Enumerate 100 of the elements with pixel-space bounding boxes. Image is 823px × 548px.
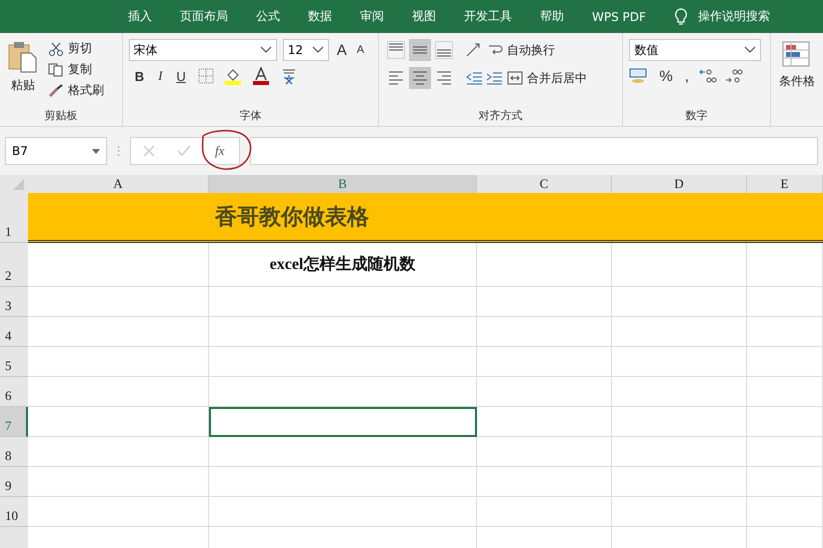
ribbon-tab[interactable]: 数据 [308, 8, 332, 25]
grid-cell[interactable] [747, 287, 823, 317]
grid-cell[interactable] [747, 317, 823, 347]
ribbon-tab[interactable]: 审阅 [360, 8, 384, 25]
format-painter-button[interactable]: 格式刷 [46, 81, 106, 100]
row-header[interactable]: 4 [0, 317, 28, 347]
ribbon-tab[interactable]: 视图 [412, 8, 436, 25]
grid-cell[interactable] [612, 243, 747, 287]
vertical-align-button[interactable] [385, 39, 408, 61]
grid-cell[interactable] [209, 287, 477, 317]
scissors-icon [48, 42, 64, 56]
grid-cell[interactable] [209, 377, 477, 407]
row-header[interactable]: 1 [0, 193, 28, 243]
grid-cell[interactable] [28, 467, 209, 497]
row-header[interactable]: 10 [0, 497, 28, 527]
dropdown-arrow-icon [92, 148, 100, 154]
banner-cell[interactable] [28, 193, 209, 243]
vertical-align-button[interactable] [433, 39, 456, 61]
font-name-dropdown[interactable]: 宋体 [128, 39, 277, 61]
grid-cell[interactable] [28, 317, 209, 347]
grid-cell[interactable] [747, 437, 823, 467]
grid-cell[interactable] [28, 287, 209, 317]
grid-cell[interactable] [612, 347, 747, 377]
row-header[interactable]: 5 [0, 347, 28, 377]
banner-cell[interactable] [747, 193, 823, 243]
grid-cell[interactable] [612, 317, 747, 347]
increase-font-button[interactable]: A [334, 42, 349, 58]
row-header[interactable]: 9 [0, 467, 28, 497]
ribbon-tab[interactable]: 开发工具 [464, 8, 512, 25]
row-header[interactable]: 3 [0, 287, 28, 317]
ribbon-tab[interactable]: 帮助 [540, 8, 564, 25]
grid-cell[interactable] [209, 437, 477, 467]
decrease-indent-icon [465, 70, 484, 86]
conditional-format-button[interactable]: 条件格 [777, 39, 817, 92]
ribbon-tab[interactable]: 公式 [256, 8, 280, 25]
grid-cell[interactable] [28, 407, 209, 437]
grid-cell[interactable] [612, 377, 747, 407]
italic-button[interactable]: I [156, 68, 164, 84]
grid-cell[interactable] [612, 497, 747, 527]
banner-cell[interactable]: 香哥教你做表格 [209, 193, 477, 243]
grid-cell[interactable] [477, 287, 612, 317]
grid-cell[interactable] [747, 497, 823, 527]
grid-cell[interactable] [747, 467, 823, 497]
grid-cell[interactable] [28, 437, 209, 467]
copy-button[interactable]: 复制 [46, 60, 106, 79]
font-size-dropdown[interactable]: 12 [282, 39, 329, 61]
tell-me-search[interactable]: 操作说明搜索 [698, 8, 770, 25]
grid-cell[interactable] [747, 347, 823, 377]
grid-cell[interactable]: excel怎样生成随机数 [209, 243, 477, 287]
grid-cell[interactable] [747, 243, 823, 287]
grid-cell[interactable] [477, 347, 612, 377]
horizontal-align-button[interactable] [409, 67, 432, 89]
grid-cell[interactable] [612, 287, 747, 317]
decrease-decimal-icon [724, 67, 743, 85]
grid-cell[interactable] [477, 243, 612, 287]
percent-button[interactable]: % [657, 68, 675, 84]
grid-cell[interactable] [209, 347, 477, 377]
row-header[interactable]: 6 [0, 377, 28, 407]
grid-cell[interactable] [28, 377, 209, 407]
row-header[interactable]: 7 [0, 407, 28, 437]
ribbon-tab[interactable]: WPS PDF [592, 10, 646, 24]
grid-cell[interactable] [477, 317, 612, 347]
name-box[interactable]: B7 [5, 137, 107, 165]
underline-button[interactable]: U [174, 68, 188, 84]
grid-cell[interactable] [747, 407, 823, 437]
number-format-dropdown[interactable]: 数值 [629, 39, 762, 61]
grid-cell[interactable] [477, 497, 612, 527]
column-header[interactable]: B [209, 175, 477, 195]
grid-cell[interactable] [612, 467, 747, 497]
merge-center-button[interactable]: 合并后居中 [505, 68, 590, 88]
formula-input[interactable] [250, 137, 818, 165]
grid-cell[interactable] [209, 497, 477, 527]
grid-cell[interactable] [477, 437, 612, 467]
grid-cell[interactable] [477, 377, 612, 407]
row-header[interactable] [0, 527, 28, 548]
vertical-align-button[interactable] [409, 39, 432, 61]
grid-cell[interactable] [477, 467, 612, 497]
grid-cell[interactable] [612, 437, 747, 467]
comma-style-button[interactable]: , [682, 68, 691, 84]
insert-function-button[interactable]: fx [215, 143, 224, 159]
active-cell[interactable] [209, 407, 477, 437]
wrap-text-button[interactable]: 自动换行 [485, 40, 558, 60]
grid-cell[interactable] [747, 377, 823, 407]
ribbon-tab[interactable]: 插入 [128, 8, 152, 25]
grid-cell[interactable] [209, 467, 477, 497]
brush-icon [48, 84, 64, 98]
grid-cell[interactable] [612, 407, 747, 437]
decrease-font-button[interactable]: A [354, 44, 366, 56]
paste-button[interactable]: 粘贴 [6, 39, 40, 100]
ribbon-tab[interactable]: 页面布局 [180, 8, 228, 25]
bold-button[interactable]: B [132, 68, 146, 84]
cut-button[interactable]: 剪切 [46, 39, 106, 58]
grid-cell[interactable] [28, 497, 209, 527]
row-header[interactable]: 8 [0, 437, 28, 467]
align-lines-icon [387, 41, 406, 59]
grid-cell[interactable] [477, 407, 612, 437]
row-header[interactable]: 2 [0, 243, 28, 287]
grid-cell[interactable] [209, 317, 477, 347]
grid-cell[interactable] [28, 347, 209, 377]
grid-cell[interactable] [28, 243, 209, 287]
